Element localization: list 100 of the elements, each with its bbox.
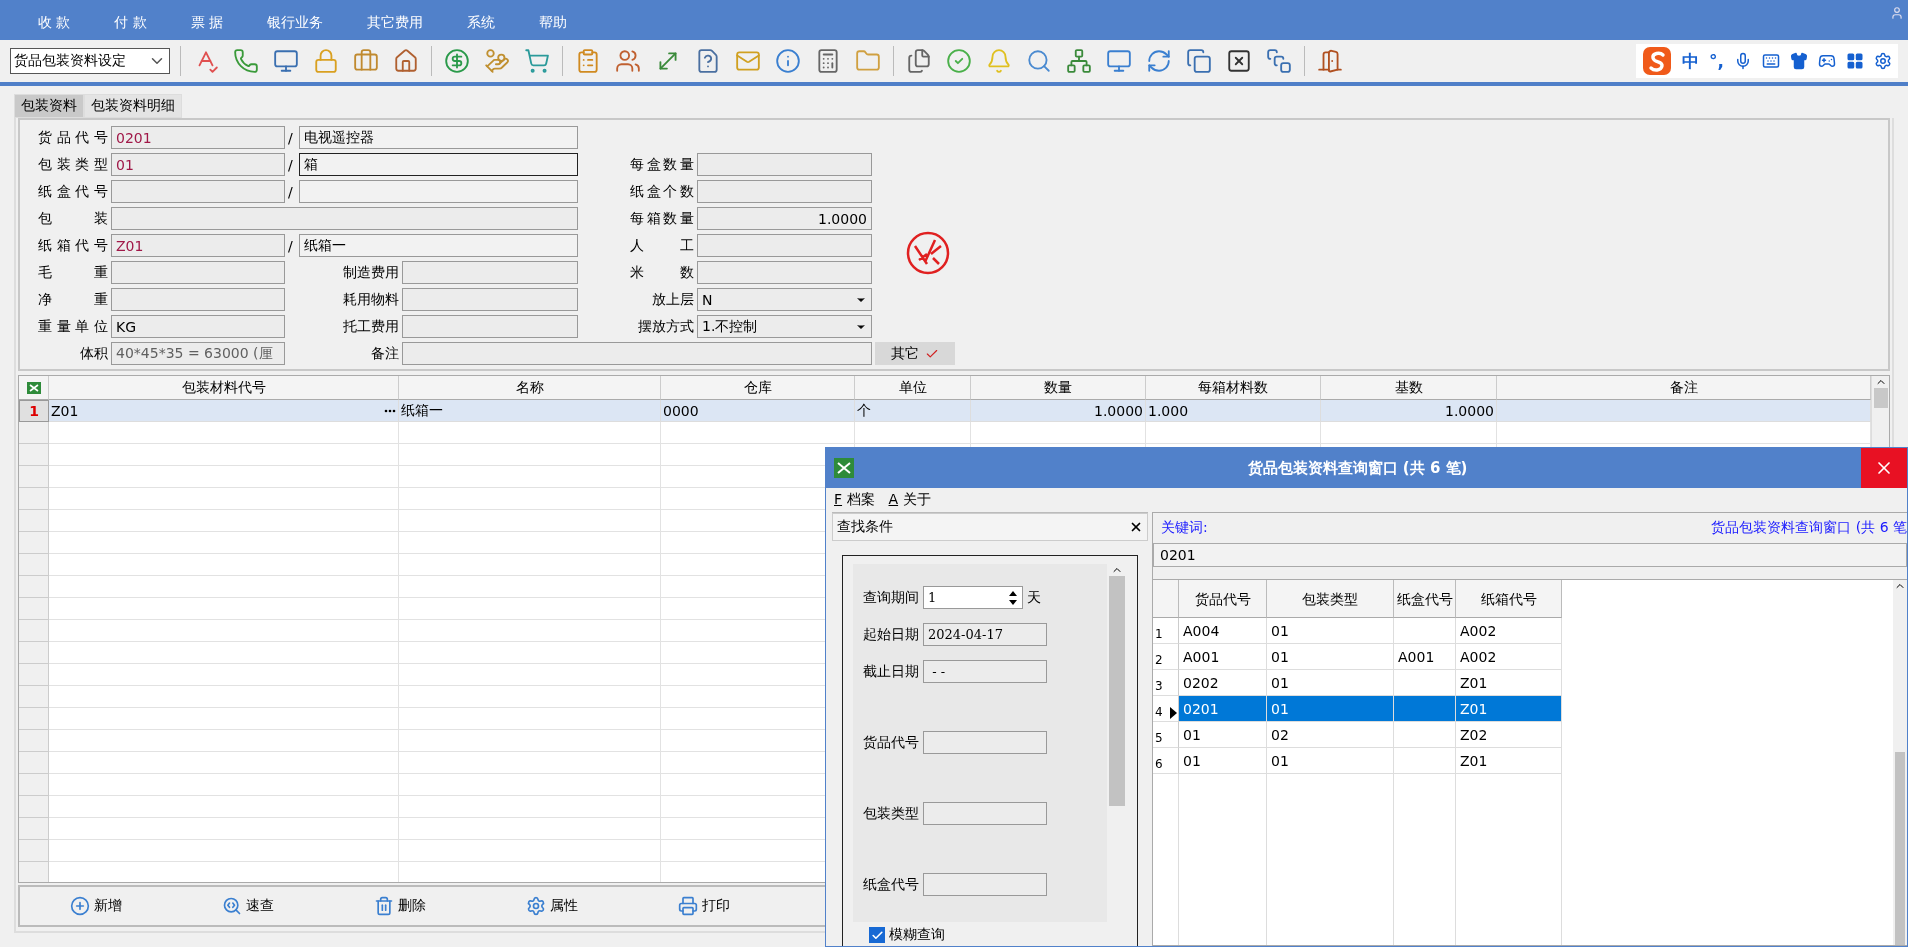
action-button[interactable]: 属性 [526, 896, 578, 916]
window-title: 货品包装资料查询窗口 (共 6 笔) [1246, 458, 1469, 478]
coins-icon[interactable] [482, 46, 512, 76]
menu-item[interactable]: 其它费用 [367, 14, 424, 32]
input-field[interactable] [697, 261, 872, 284]
input-field[interactable] [402, 342, 872, 365]
action-button[interactable]: 打印 [678, 896, 730, 916]
menu-item[interactable]: A 关于 [888, 491, 931, 509]
language-mode[interactable]: 中 [1682, 49, 1700, 73]
date-field[interactable]: - - [923, 660, 1047, 683]
field-label: 截止日期 [863, 662, 919, 681]
menu-item[interactable]: 帮助 [539, 14, 568, 32]
action-button[interactable]: 速查 [222, 896, 274, 916]
input-field[interactable]: Z01 [111, 234, 285, 257]
field-label: 人 工 [629, 236, 694, 255]
current-row-icon [1170, 707, 1177, 719]
select-field[interactable]: N [697, 288, 872, 311]
input-field[interactable] [923, 731, 1047, 754]
close-button[interactable] [1861, 448, 1907, 488]
input-field[interactable] [697, 153, 872, 176]
ellipsis-icon[interactable] [384, 408, 396, 413]
keyword-label: 关键词: [1161, 519, 1208, 537]
menu-item[interactable]: 银行业务 [267, 14, 324, 32]
input-field[interactable]: 01 [111, 153, 285, 176]
settings-icon[interactable] [1874, 52, 1892, 70]
input-field[interactable]: 0201 [111, 126, 285, 149]
field-label: 摆放方式 [637, 317, 694, 336]
table-cell: 0000 [661, 400, 855, 422]
input-field[interactable]: KG [111, 315, 285, 338]
input-field[interactable] [402, 315, 578, 338]
gamepad-icon[interactable] [1818, 52, 1836, 70]
table-cell [1394, 670, 1456, 696]
user-icon[interactable] [1890, 6, 1904, 20]
dollar-coin-icon[interactable] [442, 46, 472, 76]
field-label: 纸盒代号 [38, 182, 108, 201]
keyboard-icon[interactable] [1762, 52, 1780, 70]
punctuation-mode[interactable]: °, [1709, 51, 1724, 71]
microphone-icon[interactable] [1734, 52, 1752, 70]
grid-icon[interactable] [1846, 52, 1864, 70]
input-field[interactable] [697, 234, 872, 257]
windows-icon[interactable] [1184, 46, 1214, 76]
close-icon[interactable] [1129, 520, 1143, 534]
add-icon [70, 896, 90, 916]
scroll-thumb[interactable] [1109, 576, 1125, 806]
date-field[interactable]: 2024-04-17 [923, 623, 1047, 646]
column-header: 备注 [1497, 376, 1871, 400]
input-field[interactable] [923, 873, 1047, 896]
menu-item[interactable]: 票 据 [190, 14, 224, 32]
input-field[interactable] [923, 802, 1047, 825]
action-button[interactable]: 新增 [70, 896, 122, 916]
info-icon[interactable] [773, 46, 803, 76]
shirt-icon[interactable] [1790, 52, 1808, 70]
cart-icon[interactable] [522, 46, 552, 76]
input-field[interactable] [402, 288, 578, 311]
action-button[interactable]: 删除 [374, 896, 426, 916]
input-field[interactable]: 箱 [299, 153, 578, 176]
menu-item[interactable]: 系统 [467, 14, 496, 32]
hierarchy-icon[interactable] [1064, 46, 1094, 76]
table-cell: 1.000 [1146, 400, 1321, 422]
other-button[interactable]: 其它 [875, 342, 955, 365]
input-field[interactable] [111, 207, 578, 230]
table-cell: 1.0000 [971, 400, 1146, 422]
menu-item[interactable]: 付 款 [114, 14, 147, 32]
column-header: 货品代号 [1179, 580, 1267, 618]
table-cell: A002 [1456, 618, 1562, 644]
separator-text: / [288, 183, 294, 200]
phone-icon[interactable] [231, 46, 261, 76]
tab[interactable]: 包装资料明细 [84, 94, 182, 118]
spin-field[interactable]: 1 [923, 586, 1023, 609]
restore-window-icon[interactable] [1264, 46, 1294, 76]
input-field[interactable] [111, 288, 285, 311]
checkbox[interactable] [869, 927, 885, 943]
field-label: 制造费用 [342, 263, 399, 282]
input-field[interactable]: 纸箱一 [299, 234, 578, 257]
input-field[interactable] [402, 261, 578, 284]
input-field[interactable]: 1.0000 [697, 207, 872, 230]
table-cell: Z01 [1456, 748, 1562, 774]
scroll-thumb[interactable] [1873, 388, 1888, 408]
check-circle-icon[interactable] [944, 46, 974, 76]
table-cell: A001 [1179, 644, 1267, 670]
menu-item[interactable]: 收 款 [38, 14, 71, 32]
input-field[interactable] [299, 180, 578, 203]
tab[interactable]: 包装资料 [14, 94, 84, 118]
select-field[interactable]: 1.不控制 [697, 315, 872, 338]
spinner-arrows-icon[interactable] [1008, 589, 1018, 606]
module-select[interactable]: 货品包装资料设定 [10, 48, 170, 74]
table-cell: 0202 [1179, 670, 1267, 696]
input-field[interactable] [111, 261, 285, 284]
input-field[interactable] [697, 180, 872, 203]
table-cell: A001 [1394, 644, 1456, 670]
seal-stamp-drawing [905, 230, 951, 276]
table-cell: 01 [1267, 748, 1394, 774]
column-header: 数量 [971, 376, 1146, 400]
field-label: 每箱数量 [629, 209, 694, 228]
input-field[interactable] [111, 180, 285, 203]
column-header: 包装材料代号 [49, 376, 399, 400]
input-field[interactable]: 电视遥控器 [299, 126, 578, 149]
menu-item[interactable]: F 档案 [834, 491, 875, 509]
keyword-field[interactable]: 0201 [1153, 543, 1907, 567]
scroll-thumb[interactable] [1895, 752, 1905, 945]
